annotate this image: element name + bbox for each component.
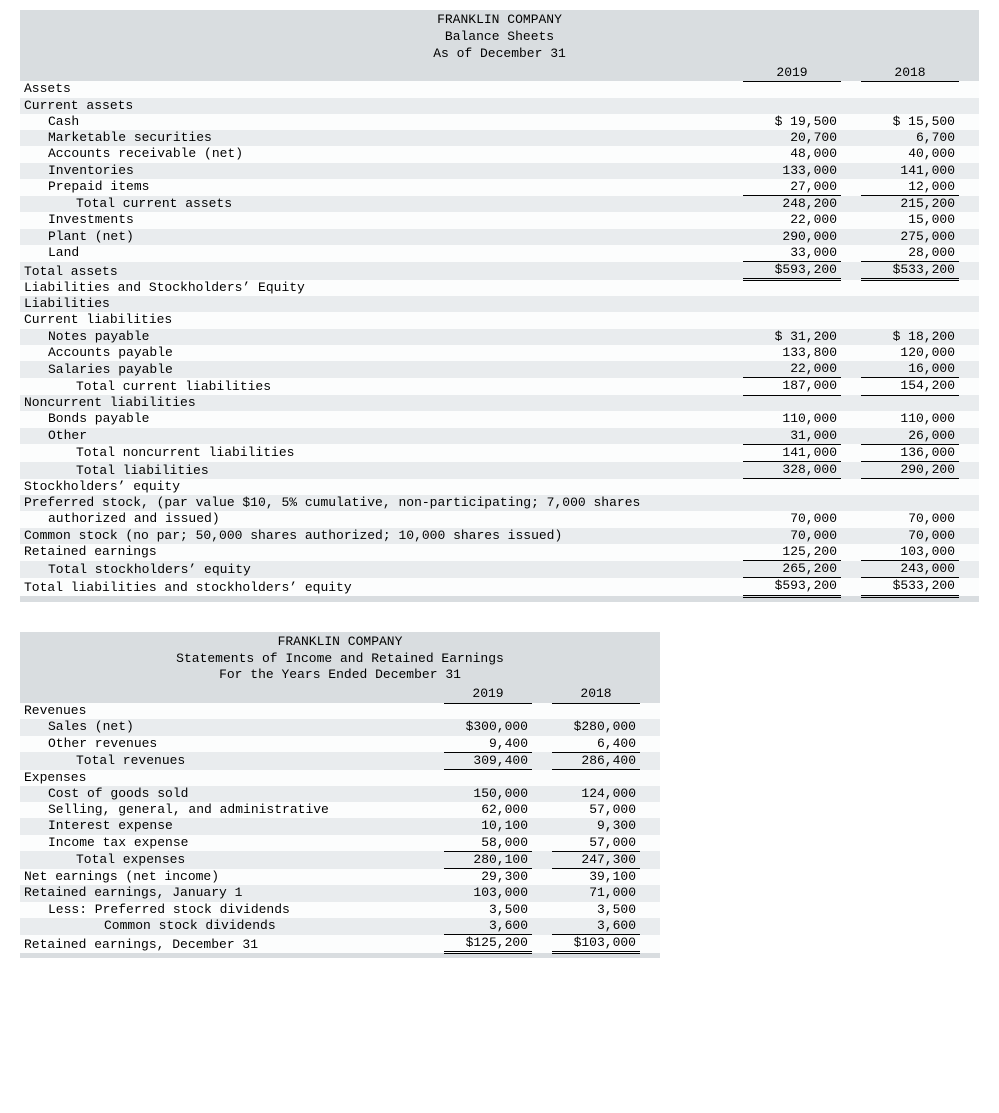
sga-label: Selling, general, and administrative bbox=[20, 802, 444, 818]
pref-div-label: Less: Preferred stock dividends bbox=[20, 902, 444, 918]
bs-company: FRANKLIN COMPANY bbox=[20, 12, 979, 29]
re-dec31-label: Retained earnings, December 31 bbox=[20, 935, 444, 953]
noncurrent-liabilities-header: Noncurrent liabilities bbox=[20, 395, 743, 411]
retained-earnings-label: Retained earnings bbox=[20, 544, 743, 561]
prepaid-label: Prepaid items bbox=[20, 179, 743, 196]
cash-2019: $ 19,500 bbox=[743, 114, 841, 130]
total-liabilities-label: Total liabilities bbox=[20, 462, 743, 479]
total-noncurrent-liabilities-label: Total noncurrent liabilities bbox=[20, 444, 743, 461]
current-assets-header: Current assets bbox=[20, 98, 743, 114]
liabilities-header: Liabilities bbox=[20, 296, 743, 312]
bonds-payable-label: Bonds payable bbox=[20, 411, 743, 427]
bs-year-2019: 2019 bbox=[743, 65, 841, 82]
notes-payable-label: Notes payable bbox=[20, 329, 743, 345]
common-div-label: Common stock dividends bbox=[20, 918, 444, 935]
sales-label: Sales (net) bbox=[20, 719, 444, 735]
lse-header: Liabilities and Stockholders’ Equity bbox=[20, 280, 743, 296]
cash-label: Cash bbox=[20, 114, 743, 130]
bs-title: Balance Sheets bbox=[20, 29, 979, 46]
plant-label: Plant (net) bbox=[20, 229, 743, 245]
total-lse-label: Total liabilities and stockholders’ equi… bbox=[20, 578, 743, 596]
is-title: Statements of Income and Retained Earnin… bbox=[20, 651, 660, 668]
is-period: For the Years Ended December 31 bbox=[20, 667, 660, 684]
re-jan1-label: Retained earnings, January 1 bbox=[20, 885, 444, 901]
inventories-label: Inventories bbox=[20, 163, 743, 179]
tax-expense-label: Income tax expense bbox=[20, 835, 444, 852]
cash-2018: $ 15,500 bbox=[861, 114, 959, 130]
is-year-2019: 2019 bbox=[444, 686, 532, 703]
re-dec31-2019: $125,200 bbox=[444, 935, 532, 953]
net-earnings-label: Net earnings (net income) bbox=[20, 869, 444, 886]
income-statement: FRANKLIN COMPANY Statements of Income an… bbox=[20, 632, 660, 959]
total-current-assets-label: Total current assets bbox=[20, 196, 743, 213]
is-table: 2019 2018 Revenues Sales (net)$300,000$2… bbox=[20, 686, 660, 954]
stockholders-equity-header: Stockholders’ equity bbox=[20, 479, 743, 495]
is-title-block: FRANKLIN COMPANY Statements of Income an… bbox=[20, 632, 660, 687]
other-liabilities-label: Other bbox=[20, 428, 743, 445]
accounts-payable-label: Accounts payable bbox=[20, 345, 743, 361]
common-stock-label: Common stock (no par; 50,000 shares auth… bbox=[20, 528, 743, 544]
re-dec31-2018: $103,000 bbox=[552, 935, 640, 953]
bs-asof: As of December 31 bbox=[20, 46, 979, 63]
salaries-payable-label: Salaries payable bbox=[20, 361, 743, 378]
revenues-header: Revenues bbox=[20, 703, 444, 719]
assets-header: Assets bbox=[20, 81, 743, 97]
preferred-stock-label-1: Preferred stock, (par value $10, 5% cumu… bbox=[20, 495, 743, 511]
investments-label: Investments bbox=[20, 212, 743, 228]
marketable-securities-label: Marketable securities bbox=[20, 130, 743, 146]
expenses-header: Expenses bbox=[20, 770, 444, 786]
is-company: FRANKLIN COMPANY bbox=[20, 634, 660, 651]
ar-label: Accounts receivable (net) bbox=[20, 146, 743, 162]
total-expenses-label: Total expenses bbox=[20, 851, 444, 868]
total-lse-2019: $593,200 bbox=[743, 578, 841, 596]
preferred-stock-label-2: authorized and issued) bbox=[20, 511, 743, 527]
total-stockholders-equity-label: Total stockholders’ equity bbox=[20, 561, 743, 578]
total-revenues-label: Total revenues bbox=[20, 752, 444, 769]
total-assets-label: Total assets bbox=[20, 262, 743, 280]
bs-table: 2019 2018 Assets Current assets Cash$ 19… bbox=[20, 65, 979, 598]
total-lse-2018: $533,200 bbox=[861, 578, 959, 596]
is-year-2018: 2018 bbox=[552, 686, 640, 703]
cogs-label: Cost of goods sold bbox=[20, 786, 444, 802]
bs-title-block: FRANKLIN COMPANY Balance Sheets As of De… bbox=[20, 10, 979, 65]
interest-expense-label: Interest expense bbox=[20, 818, 444, 834]
total-current-liabilities-label: Total current liabilities bbox=[20, 378, 743, 395]
total-assets-2019: $593,200 bbox=[743, 262, 841, 280]
balance-sheet: FRANKLIN COMPANY Balance Sheets As of De… bbox=[20, 10, 979, 602]
current-liabilities-header: Current liabilities bbox=[20, 312, 743, 328]
other-revenues-label: Other revenues bbox=[20, 736, 444, 753]
total-assets-2018: $533,200 bbox=[861, 262, 959, 280]
bs-year-2018: 2018 bbox=[861, 65, 959, 82]
land-label: Land bbox=[20, 245, 743, 262]
